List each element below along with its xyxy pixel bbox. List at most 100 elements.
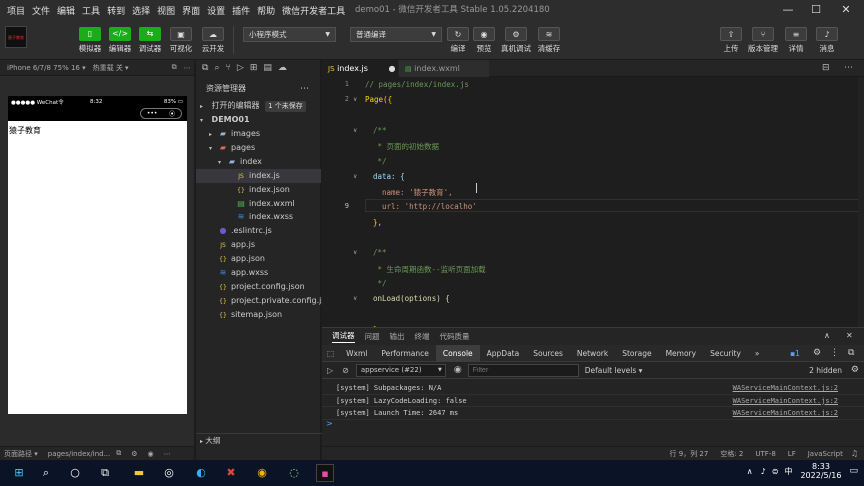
capsule-close-icon[interactable]: ⦿ bbox=[169, 109, 175, 118]
upload-button[interactable]: ⇧ 上传 bbox=[718, 27, 744, 56]
tree-item[interactable]: ▾ ▰ pages bbox=[196, 141, 321, 155]
cloud-icon[interactable]: ☁ bbox=[278, 63, 287, 73]
edge-browser-icon[interactable]: ◐ bbox=[192, 464, 210, 482]
log-levels-select[interactable]: Default levels ▾ bbox=[585, 366, 643, 375]
tab-index-js[interactable]: JS index.js ● bbox=[322, 60, 398, 77]
cloud-button[interactable]: ☁ 云开发 bbox=[200, 27, 226, 56]
file-explorer-icon[interactable]: ▬ bbox=[130, 464, 148, 482]
page-path-label[interactable]: 页面路径 ▾ bbox=[4, 449, 38, 459]
gear-icon[interactable]: ⚙ bbox=[851, 365, 859, 375]
remote-debug-button[interactable]: ⚙ 真机调试 bbox=[501, 27, 531, 56]
notification-icon[interactable]: ▭ bbox=[849, 466, 858, 476]
minimize-button[interactable]: — bbox=[774, 0, 802, 20]
network-icon[interactable]: ⊜ bbox=[772, 467, 779, 476]
source-link[interactable]: WAServiceMainContext.js:2 bbox=[733, 384, 838, 392]
eye-icon[interactable]: ◉ bbox=[148, 450, 154, 458]
chrome-icon[interactable]: ◉ bbox=[253, 464, 271, 482]
chevron-up-icon[interactable]: ∧ bbox=[824, 331, 830, 340]
search-icon[interactable]: ⌕ bbox=[37, 464, 55, 482]
rotate-icon[interactable]: ⧉ bbox=[172, 63, 177, 72]
menu-item-view[interactable]: 视图 bbox=[157, 4, 175, 17]
devtab-console[interactable]: Console bbox=[435, 344, 480, 362]
menu-item-edit[interactable]: 编辑 bbox=[57, 4, 75, 17]
fold-icon[interactable]: ∨ bbox=[353, 96, 357, 103]
messages-button[interactable]: ♪ 消息 bbox=[814, 27, 840, 56]
split-editor-icon[interactable]: ⊟ bbox=[822, 60, 830, 77]
more-vertical-icon[interactable]: ⋮ bbox=[830, 348, 839, 358]
extensions-icon[interactable]: ⊞ bbox=[250, 63, 258, 73]
tab-problems[interactable]: 问题 bbox=[365, 331, 380, 342]
project-avatar[interactable]: 猿子教育 bbox=[5, 26, 27, 48]
more-icon[interactable]: ⋯ bbox=[184, 64, 191, 72]
copy-icon[interactable]: ⧉ bbox=[116, 449, 121, 458]
clear-cache-button[interactable]: ≋ 清缓存 bbox=[536, 27, 562, 56]
devtab-wxml[interactable]: Wxml bbox=[339, 345, 374, 362]
wechat-devtools-icon[interactable]: ◌ bbox=[285, 464, 303, 482]
tab-output[interactable]: 输出 bbox=[390, 331, 405, 342]
source-control-icon[interactable]: ⑂ bbox=[225, 63, 230, 73]
cursor-position[interactable]: 行 9，列 27 bbox=[670, 449, 709, 459]
volume-icon[interactable]: ♪ bbox=[761, 467, 766, 476]
more-icon[interactable]: ⋯ bbox=[164, 450, 171, 458]
fold-icon[interactable]: ∨ bbox=[353, 249, 357, 256]
tree-item[interactable]: ▸ ▰ images bbox=[196, 127, 321, 141]
code-editor[interactable]: 1 // pages/index/index.js 2 ∨ Page({∨ /** * 页… bbox=[322, 77, 864, 327]
device-select[interactable]: iPhone 6/7/8 75% 16 ▾ bbox=[7, 64, 86, 72]
fold-icon[interactable]: ∨ bbox=[353, 127, 357, 134]
context-select[interactable]: appservice (#22) ▼ bbox=[355, 363, 446, 377]
version-button[interactable]: ⑂ 版本管理 bbox=[748, 27, 778, 56]
devtab-appdata[interactable]: AppData bbox=[480, 345, 527, 362]
debug-icon[interactable]: ▷ bbox=[237, 63, 244, 73]
close-window-button[interactable]: ✕ bbox=[832, 0, 860, 20]
menu-item-tools[interactable]: 工具 bbox=[82, 4, 100, 17]
outline-section[interactable]: ▸ 大纲 bbox=[196, 433, 322, 446]
capsule-button[interactable]: ••• ⦿ bbox=[140, 108, 182, 119]
menu-item-goto[interactable]: 转到 bbox=[107, 4, 125, 17]
console-output[interactable]: [system] Subpackages: N/A WAServiceMainCo… bbox=[322, 379, 864, 446]
devtab-more[interactable]: » bbox=[748, 345, 767, 362]
devtab-network[interactable]: Network bbox=[570, 345, 615, 362]
hot-reload-toggle[interactable]: 热重载 关 ▾ bbox=[93, 63, 129, 73]
devtab-security[interactable]: Security bbox=[703, 345, 748, 362]
devtab-performance[interactable]: Performance bbox=[374, 345, 436, 362]
menu-item-settings[interactable]: 设置 bbox=[207, 4, 225, 17]
line-ending[interactable]: LF bbox=[788, 450, 796, 458]
sidebar-toggle-icon[interactable]: ▷ bbox=[327, 366, 333, 375]
inspect-icon[interactable]: ⬚ bbox=[322, 345, 339, 362]
project-section[interactable]: ▾ DEMO01 bbox=[196, 113, 321, 127]
clear-console-icon[interactable]: ⊘ bbox=[342, 366, 349, 375]
filter-input[interactable] bbox=[467, 363, 579, 377]
files-icon[interactable]: ⧉ bbox=[202, 63, 208, 73]
compile-select[interactable]: 普通编译 ▼ bbox=[350, 27, 442, 42]
dock-icon[interactable]: ⧉ bbox=[848, 348, 854, 358]
source-link[interactable]: WAServiceMainContext.js:2 bbox=[733, 397, 838, 405]
issues-badge[interactable]: ▪1 bbox=[790, 349, 800, 358]
tree-item[interactable]: {} app.json bbox=[196, 252, 321, 266]
tab-terminal[interactable]: 终端 bbox=[415, 331, 430, 342]
menu-item-select[interactable]: 选择 bbox=[132, 4, 150, 17]
editor-scrollbar[interactable] bbox=[858, 77, 864, 327]
preview-button[interactable]: ◉ 预览 bbox=[471, 27, 497, 56]
indent-setting[interactable]: 空格: 2 bbox=[720, 449, 743, 459]
tree-item[interactable]: ≋ app.wxss bbox=[196, 266, 321, 280]
tree-item[interactable]: {} project.private.config.js... bbox=[196, 294, 333, 308]
tree-item[interactable]: JS app.js bbox=[196, 238, 321, 252]
ime-indicator[interactable]: 中 bbox=[784, 466, 792, 477]
tab-debugger[interactable]: 调试器 bbox=[332, 330, 355, 343]
open-editors-section[interactable]: ▸ 打开的编辑器 1 个未保存 bbox=[196, 99, 321, 113]
clock[interactable]: 8:33 2022/5/16 bbox=[800, 462, 841, 480]
console-prompt[interactable]: > bbox=[326, 419, 333, 428]
language-mode[interactable]: JavaScript bbox=[808, 450, 843, 458]
mode-select[interactable]: 小程序模式 ▼ bbox=[243, 27, 336, 42]
devtab-sources[interactable]: Sources bbox=[526, 345, 570, 362]
fold-icon[interactable]: ∨ bbox=[353, 295, 357, 302]
tree-item[interactable]: ▤ index.wxml bbox=[196, 197, 321, 211]
close-panel-icon[interactable]: ✕ bbox=[846, 331, 853, 340]
menu-item-plugins[interactable]: 插件 bbox=[232, 4, 250, 17]
menu-item-help[interactable]: 帮助 bbox=[257, 4, 275, 17]
settings-icon[interactable]: ⚙ bbox=[131, 450, 137, 458]
tab-code-quality[interactable]: 代码质量 bbox=[440, 331, 470, 342]
devtab-memory[interactable]: Memory bbox=[659, 345, 704, 362]
ide-icon[interactable]: ▪ bbox=[316, 464, 334, 482]
menu-item-project[interactable]: 项目 bbox=[7, 4, 25, 17]
